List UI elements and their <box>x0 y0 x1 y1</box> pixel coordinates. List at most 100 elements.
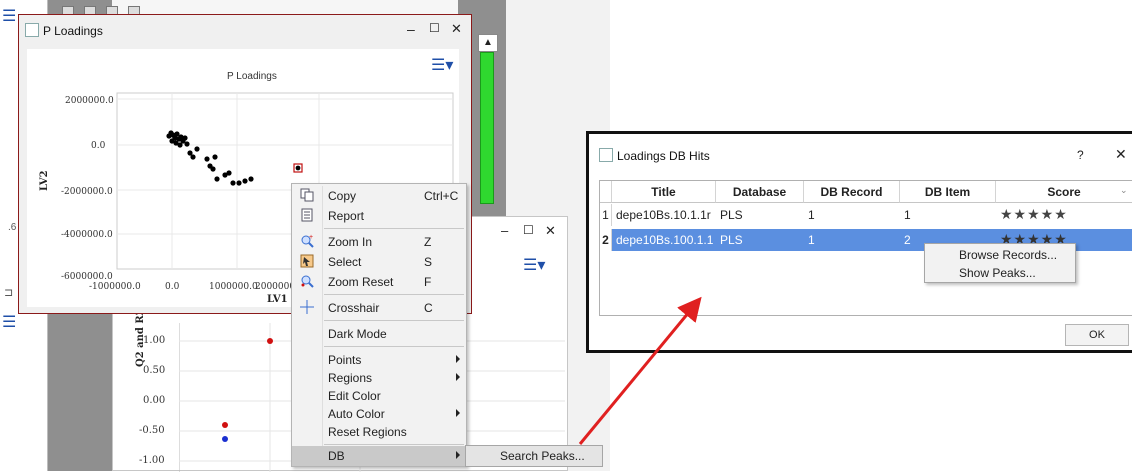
close-button[interactable]: ✕ <box>451 21 462 37</box>
submenu-arrow-icon <box>456 409 460 417</box>
chart-menu-icon[interactable]: ☰▾ <box>431 55 453 75</box>
menu-separator <box>324 294 464 295</box>
maximize-button[interactable]: ☐ <box>523 223 534 237</box>
menu-item-browse-records[interactable]: Browse Records... <box>925 246 1075 264</box>
menu-item-zoom-reset[interactable]: Zoom Reset F <box>292 272 466 292</box>
chart-menu-icon[interactable]: ☰▾ <box>523 255 545 275</box>
zoom-reset-icon <box>301 275 314 288</box>
ok-button[interactable]: OK <box>1065 324 1129 346</box>
cell-score[interactable]: ★★★★★ <box>1000 206 1068 223</box>
menu-item-label: Auto Color <box>328 407 385 421</box>
menu-item-label: Zoom In <box>328 235 373 249</box>
menu-item-label: Report <box>328 209 365 223</box>
close-button[interactable]: ✕ <box>1115 146 1127 163</box>
cell-database[interactable]: PLS <box>720 233 743 247</box>
menu-item-label: Points <box>328 353 362 367</box>
menu-item-label: Crosshair <box>328 301 380 315</box>
y-tick-label: 1.00 <box>143 335 166 346</box>
dialog-title: Loadings DB Hits <box>617 149 710 163</box>
menu-item-label: Search Peaks... <box>500 449 585 463</box>
menu-item-auto-color[interactable]: Auto Color <box>292 404 466 424</box>
y-tick-label: -1.00 <box>139 455 165 466</box>
menu-item-search-peaks[interactable]: Search Peaks... <box>468 447 600 465</box>
menu-separator <box>324 346 464 347</box>
y-tick-label: 0.0 <box>91 141 106 151</box>
y-tick-label: 0.00 <box>143 395 166 406</box>
y-axis-label: LV2 <box>39 170 50 191</box>
menu-item-db[interactable]: DB <box>292 446 466 466</box>
scroll-up-button[interactable]: ▲ <box>478 34 498 52</box>
cell-db-record[interactable]: 1 <box>808 233 815 247</box>
menu-item-label: Dark Mode <box>328 327 387 341</box>
cell-db-item[interactable]: 1 <box>904 208 911 222</box>
dialog-body: Loadings DB Hits ? ✕ Title Database DB R… <box>591 136 1132 348</box>
menu-item-zoom-in[interactable]: + Zoom In Z <box>292 232 466 252</box>
bracket-icon: ⊐ <box>4 287 14 299</box>
data-point <box>222 436 228 442</box>
menu-item-reset-regions[interactable]: Reset Regions <box>292 422 466 442</box>
row-number: 1 <box>600 204 612 226</box>
data-point <box>267 338 273 344</box>
cell-database[interactable]: PLS <box>720 208 743 222</box>
menu-item-dark-mode[interactable]: Dark Mode <box>292 324 466 344</box>
menu-item-crosshair[interactable]: Crosshair C <box>292 298 466 318</box>
svg-text:+: + <box>309 234 313 241</box>
menu-item-regions[interactable]: Regions <box>292 368 466 388</box>
data-point <box>222 422 228 428</box>
menu-item-select[interactable]: Select S <box>292 252 466 272</box>
db-submenu: Search Peaks... <box>465 445 603 467</box>
menu-item-label: Copy <box>328 189 357 203</box>
menu-separator <box>324 444 464 445</box>
menu-icon[interactable]: ☰ <box>2 6 16 26</box>
y-tick-label: -2000000.0 <box>61 187 113 197</box>
menu-item-edit-color[interactable]: Edit Color <box>292 386 466 406</box>
crosshair-icon <box>300 300 314 314</box>
menu-item-label: Zoom Reset <box>328 275 394 289</box>
column-header-database[interactable]: Database <box>716 181 804 203</box>
context-menu: Copy Ctrl+C Report + Zoom In Z Select S … <box>291 183 467 467</box>
menu-item-shortcut: S <box>424 255 433 269</box>
submenu-arrow-icon <box>456 451 460 459</box>
column-header-db-record[interactable]: DB Record <box>804 181 900 203</box>
menu-icon[interactable]: ☰ <box>2 312 16 332</box>
report-icon <box>301 208 313 222</box>
menu-item-label: Edit Color <box>328 389 381 403</box>
x-tick-label: 1000000.0 <box>209 282 258 292</box>
menu-item-label: Browse Records... <box>959 248 1058 262</box>
y-tick-label: 2000000.0 <box>65 96 114 106</box>
minimize-button[interactable]: – <box>501 223 508 238</box>
y-tick-label: 0.50 <box>143 365 166 376</box>
select-icon <box>300 254 314 268</box>
menu-item-shortcut: F <box>424 275 432 289</box>
column-header-title[interactable]: Title <box>612 181 716 203</box>
menu-item-label: Regions <box>328 371 373 385</box>
x-tick-label: 0.0 <box>165 282 180 292</box>
cell-title[interactable]: depe10Bs.10.1.1r <box>616 208 714 222</box>
table-corner <box>600 181 612 203</box>
x-tick-label: -1000000.0 <box>89 282 141 292</box>
row-number: 2 <box>600 229 612 251</box>
menu-item-show-peaks[interactable]: Show Peaks... <box>925 264 1075 282</box>
menu-item-label: Select <box>328 255 362 269</box>
column-header-db-item[interactable]: DB Item <box>900 181 996 203</box>
sort-chevron-icon[interactable]: ⌄ <box>1120 185 1128 196</box>
menu-item-label: Show Peaks... <box>959 266 1036 280</box>
cell-db-record[interactable]: 1 <box>808 208 815 222</box>
cell-title[interactable]: depe10Bs.100.1.1r <box>616 233 714 247</box>
menu-separator <box>324 320 464 321</box>
minimize-button[interactable]: – <box>407 21 415 37</box>
menu-item-points[interactable]: Points <box>292 350 466 370</box>
column-header-score[interactable]: Score <box>996 181 1132 203</box>
submenu-arrow-icon <box>456 373 460 381</box>
scatter-points <box>166 130 254 186</box>
menu-item-shortcut: Z <box>424 235 432 249</box>
close-button[interactable]: ✕ <box>545 223 556 239</box>
y-tick-label: -4000000.0 <box>61 230 113 240</box>
maximize-button[interactable]: ☐ <box>429 21 440 35</box>
menu-item-copy[interactable]: Copy Ctrl+C <box>292 186 466 206</box>
menu-item-shortcut: Ctrl+C <box>424 189 459 203</box>
help-button[interactable]: ? <box>1077 148 1084 162</box>
cell-db-item[interactable]: 2 <box>904 233 911 247</box>
y-tick-label: -0.50 <box>139 425 165 436</box>
menu-item-report[interactable]: Report <box>292 206 466 226</box>
